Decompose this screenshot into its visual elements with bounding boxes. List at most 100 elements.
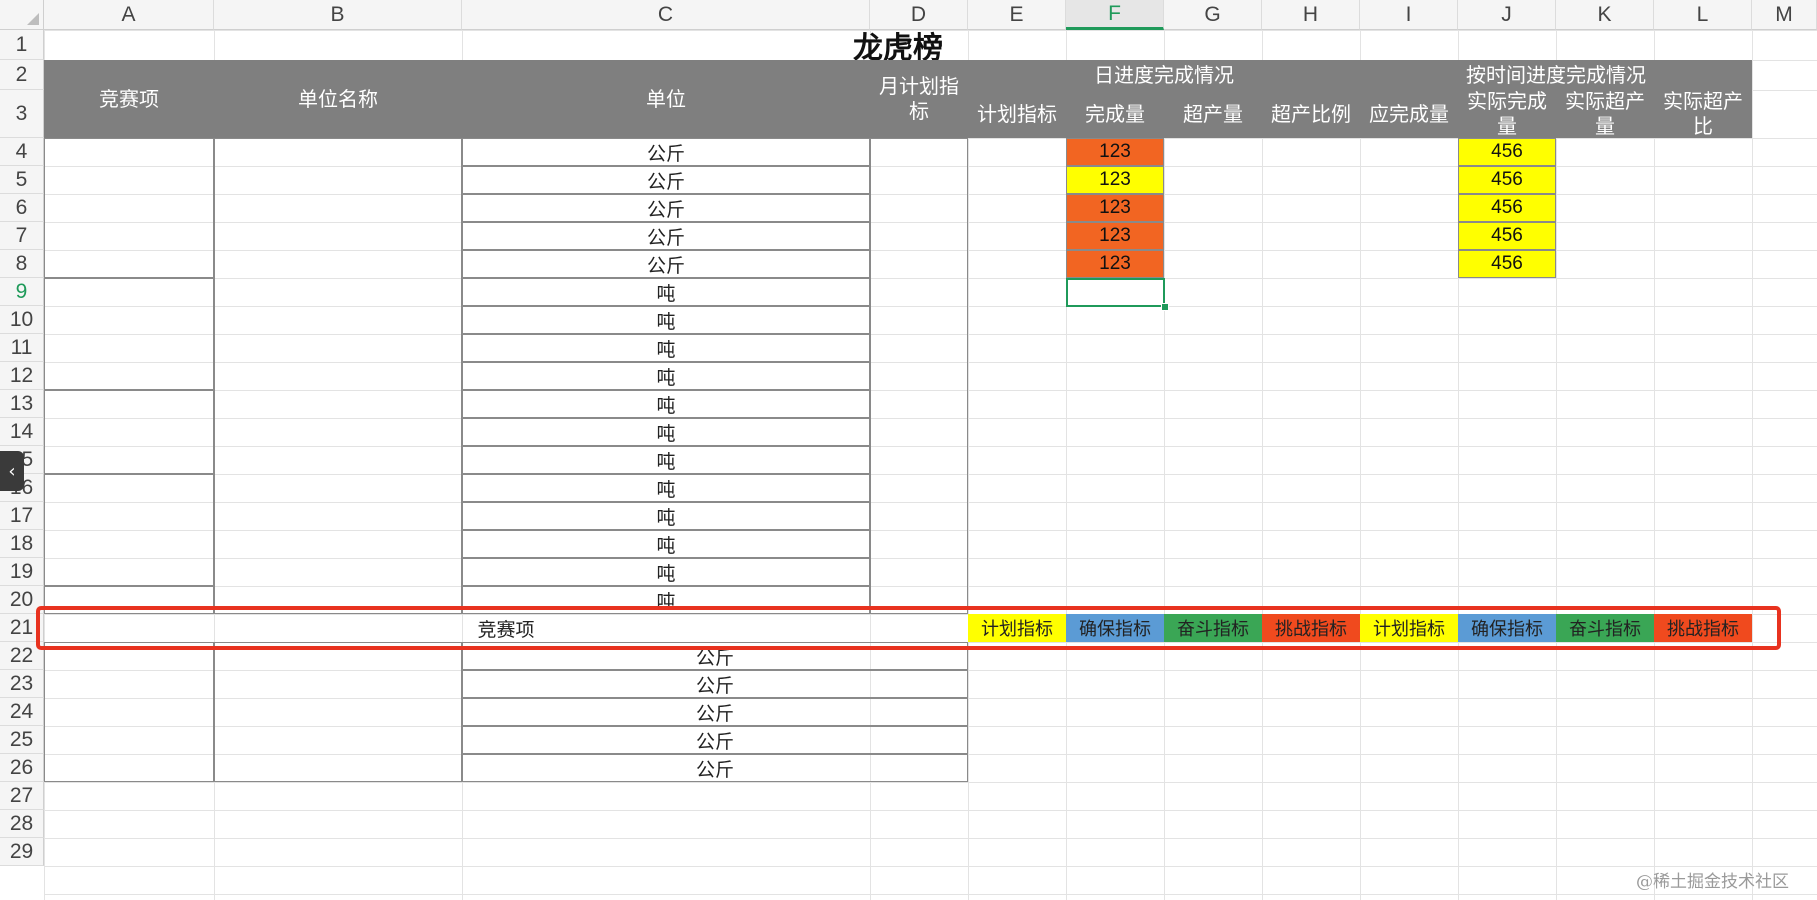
header-should-complete[interactable]: 应完成量 [1360,90,1458,138]
row-header-5[interactable]: 5 [0,166,44,194]
gridline-horizontal [44,810,1817,811]
row-header-23[interactable]: 23 [0,670,44,698]
gridline-vertical [1360,30,1361,900]
header-actual-completed[interactable]: 实际完成量 [1458,90,1556,138]
row-header-17[interactable]: 17 [0,502,44,530]
active-cell-selection[interactable] [1066,278,1165,307]
row-header-14[interactable]: 14 [0,418,44,446]
unit-cell-c14[interactable]: 吨 [462,418,870,446]
header-unit-name[interactable]: 单位名称 [214,60,462,138]
completed-value-f7[interactable]: 123 [1066,222,1164,250]
header-completed[interactable]: 完成量 [1066,90,1164,138]
row-header-18[interactable]: 18 [0,530,44,558]
row-header-10[interactable]: 10 [0,306,44,334]
row-header-6[interactable]: 6 [0,194,44,222]
actual-completed-value-j7[interactable]: 456 [1458,222,1556,250]
header-actual-over-ratio[interactable]: 实际超产比 [1654,90,1752,138]
column-header-k[interactable]: K [1556,0,1654,30]
row-header-29[interactable]: 29 [0,838,44,866]
merged-cell-b-lower[interactable] [214,642,462,782]
unit-cell-c18[interactable]: 吨 [462,530,870,558]
row-header-28[interactable]: 28 [0,810,44,838]
unit-cell-c13[interactable]: 吨 [462,390,870,418]
unit-cell-c16[interactable]: 吨 [462,474,870,502]
fill-handle[interactable] [1161,303,1169,311]
completed-value-f6[interactable]: 123 [1066,194,1164,222]
header-plan-target[interactable]: 计划指标 [968,90,1066,138]
row-header-8[interactable]: 8 [0,250,44,278]
header-actual-over-amount[interactable]: 实际超产量 [1556,90,1654,138]
unit-cell-c9[interactable]: 吨 [462,278,870,306]
completed-value-f8[interactable]: 123 [1066,250,1164,278]
header-daily-progress[interactable]: 日进度完成情况 [1066,60,1262,90]
merged-cell-a-group-1[interactable] [44,138,214,278]
column-header-i[interactable]: I [1360,0,1458,30]
column-header-a[interactable]: A [44,0,214,30]
gridline-vertical [1752,30,1753,900]
gridline-horizontal [44,894,1817,895]
row-header-25[interactable]: 25 [0,726,44,754]
row-header-12[interactable]: 12 [0,362,44,390]
merged-cell-a-lower[interactable] [44,642,214,782]
sheet-title[interactable]: 龙虎榜 [44,30,1752,60]
column-header-h[interactable]: H [1262,0,1360,30]
row-header-27[interactable]: 27 [0,782,44,810]
header-over-ratio[interactable]: 超产比例 [1262,90,1360,138]
merged-cell-b-upper[interactable] [214,138,462,614]
row-header-1[interactable]: 1 [0,30,44,60]
merged-cell-a-group-4[interactable] [44,474,214,586]
column-header-g[interactable]: G [1164,0,1262,30]
column-header-c[interactable]: C [462,0,870,30]
unit-cell-c10[interactable]: 吨 [462,306,870,334]
gridline-vertical [1262,30,1263,900]
merged-cell-d-upper[interactable] [870,138,968,614]
column-header-j[interactable]: J [1458,0,1556,30]
unit-cell-c5[interactable]: 公斤 [462,166,870,194]
actual-completed-value-j6[interactable]: 456 [1458,194,1556,222]
column-header-l[interactable]: L [1654,0,1752,30]
row-header-2[interactable]: 2 [0,60,44,90]
unit-cell-lower-25[interactable]: 公斤 [462,726,968,754]
column-header-m[interactable]: M [1752,0,1817,30]
unit-cell-c11[interactable]: 吨 [462,334,870,362]
actual-completed-value-j4[interactable]: 456 [1458,138,1556,166]
unit-cell-c12[interactable]: 吨 [462,362,870,390]
actual-completed-value-j8[interactable]: 456 [1458,250,1556,278]
unit-cell-lower-24[interactable]: 公斤 [462,698,968,726]
row-header-26[interactable]: 26 [0,754,44,782]
completed-value-f5[interactable]: 123 [1066,166,1164,194]
row-header-4[interactable]: 4 [0,138,44,166]
row-header-11[interactable]: 11 [0,334,44,362]
unit-cell-c17[interactable]: 吨 [462,502,870,530]
select-all-corner[interactable] [0,0,44,30]
column-header-b[interactable]: B [214,0,462,30]
header-over-amount[interactable]: 超产量 [1164,90,1262,138]
merged-cell-a-group-3[interactable] [44,390,214,474]
header-monthly-plan[interactable]: 月计划指标 [870,60,968,138]
unit-cell-c8[interactable]: 公斤 [462,250,870,278]
actual-completed-value-j5[interactable]: 456 [1458,166,1556,194]
row-header-24[interactable]: 24 [0,698,44,726]
unit-cell-lower-23[interactable]: 公斤 [462,670,968,698]
side-panel-toggle[interactable]: ‹ [0,451,24,491]
unit-cell-lower-26[interactable]: 公斤 [462,754,968,782]
unit-cell-c6[interactable]: 公斤 [462,194,870,222]
column-header-d[interactable]: D [870,0,968,30]
merged-cell-a-group-2[interactable] [44,278,214,390]
row-header-3[interactable]: 3 [0,90,44,138]
unit-cell-c19[interactable]: 吨 [462,558,870,586]
completed-value-f4[interactable]: 123 [1066,138,1164,166]
row-header-9[interactable]: 9 [0,278,44,306]
unit-cell-c4[interactable]: 公斤 [462,138,870,166]
column-header-f[interactable]: F [1066,0,1164,30]
header-contest-item[interactable]: 竞赛项 [44,60,214,138]
unit-cell-c15[interactable]: 吨 [462,446,870,474]
row-header-19[interactable]: 19 [0,558,44,586]
header-unit[interactable]: 单位 [462,60,870,138]
spreadsheet-grid[interactable]: ABCDEFGHIJKLM123456789101112131415161718… [0,0,1817,900]
row-header-7[interactable]: 7 [0,222,44,250]
header-time-progress[interactable]: 按时间进度完成情况 [1458,60,1654,90]
unit-cell-c7[interactable]: 公斤 [462,222,870,250]
column-header-e[interactable]: E [968,0,1066,30]
row-header-13[interactable]: 13 [0,390,44,418]
